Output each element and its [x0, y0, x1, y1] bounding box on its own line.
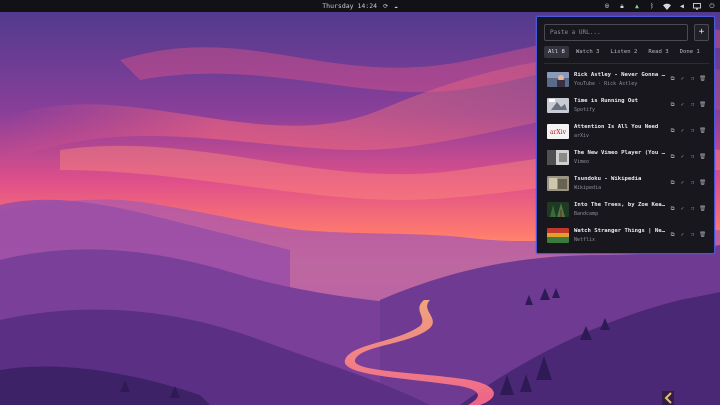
music-thumbnail	[547, 98, 569, 113]
check-icon[interactable]: ✓	[679, 75, 686, 83]
tab-listen[interactable]: Listen 2	[606, 46, 641, 58]
open-external-icon[interactable]: ⧉	[669, 101, 676, 109]
tab-read[interactable]: Read 3	[644, 46, 672, 58]
list-item[interactable]: The New Vimeo Player (You Know, For Vide…	[537, 147, 716, 173]
item-actions: ⧉ ✓ ❐ 🗑︎	[669, 205, 706, 213]
list-item[interactable]: arXiv Attention Is All You Need arXiv ⧉ …	[537, 121, 716, 147]
copy-icon[interactable]: ❐	[689, 231, 696, 239]
system-tray: ⍟ 🔒︎ ▲ ᛒ ◀ ⏻	[603, 0, 716, 12]
check-icon[interactable]: ✓	[679, 179, 686, 187]
add-button[interactable]: +	[694, 24, 709, 41]
open-external-icon[interactable]: ⧉	[669, 153, 676, 161]
item-actions: ⧉ ✓ ❐ 🗑︎	[669, 101, 706, 109]
list-item[interactable]: Tsundoku - Wikipedia Wikipedia ⧉ ✓ ❐ 🗑︎	[537, 173, 716, 199]
delete-icon[interactable]: 🗑︎	[699, 75, 706, 83]
arxiv-thumbnail: arXiv	[547, 124, 569, 139]
list-item[interactable]: Rick Astley - Never Gonna Give You Up Yo…	[537, 69, 716, 95]
item-subtitle: Netflix	[574, 237, 596, 243]
item-actions: ⧉ ✓ ❐ 🗑︎	[669, 75, 706, 83]
sync-icon[interactable]: ⟳	[383, 3, 388, 10]
divider	[544, 63, 709, 64]
display-icon[interactable]	[693, 2, 701, 10]
copy-icon[interactable]: ❐	[689, 75, 696, 83]
item-subtitle: Bandcamp	[574, 211, 599, 217]
delete-icon[interactable]: 🗑︎	[699, 231, 706, 239]
netflix-thumbnail	[547, 228, 569, 243]
delete-icon[interactable]: 🗑︎	[699, 205, 706, 213]
url-input[interactable]	[544, 24, 688, 41]
lock-icon[interactable]: 🔒︎	[618, 2, 626, 10]
item-title: Rick Astley - Never Gonna Give You Up	[574, 72, 667, 78]
item-actions: ⧉ ✓ ❐ 🗑︎	[669, 231, 706, 239]
volume-icon[interactable]: ◀	[678, 2, 686, 10]
item-title: Time is Running Out	[574, 98, 638, 104]
cloud-icon[interactable]: ☁	[394, 3, 398, 10]
open-external-icon[interactable]: ⧉	[669, 179, 676, 187]
check-icon[interactable]: ✓	[679, 231, 686, 239]
copy-icon[interactable]: ❐	[689, 153, 696, 161]
power-icon[interactable]: ⏻	[708, 2, 716, 10]
copy-icon[interactable]: ❐	[689, 101, 696, 109]
reading-list-panel: + All 8 Watch 3 Listen 2 Read 3 Done 1 R…	[536, 16, 715, 254]
item-title: Watch Stranger Things | Netflix	[574, 228, 667, 234]
check-icon[interactable]: ✓	[679, 127, 686, 135]
item-title: The New Vimeo Player (You Know, For Vide…	[574, 150, 667, 156]
wiki-thumbnail	[547, 176, 569, 191]
check-icon[interactable]: ✓	[679, 205, 686, 213]
check-icon[interactable]: ✓	[679, 101, 686, 109]
delete-icon[interactable]: 🗑︎	[699, 127, 706, 135]
tab-watch[interactable]: Watch 3	[572, 46, 604, 58]
topbar-datetime[interactable]: Thursday 14:24	[322, 2, 377, 10]
svg-text:arXiv: arXiv	[550, 129, 567, 136]
item-subtitle: Vimeo	[574, 159, 590, 165]
copy-icon[interactable]: ❐	[689, 127, 696, 135]
delete-icon[interactable]: 🗑︎	[699, 153, 706, 161]
url-row: +	[544, 24, 709, 41]
forest-thumbnail	[547, 202, 569, 217]
item-subtitle: YouTube · Rick Astley	[574, 81, 638, 87]
check-icon[interactable]: ✓	[679, 153, 686, 161]
open-external-icon[interactable]: ⧉	[669, 127, 676, 135]
item-subtitle: Spotify	[574, 107, 596, 113]
user-lock-icon[interactable]: ⍟	[603, 2, 611, 10]
network-up-icon[interactable]: ▲	[633, 2, 641, 10]
tab-all[interactable]: All 8	[544, 46, 569, 58]
open-external-icon[interactable]: ⧉	[669, 231, 676, 239]
item-actions: ⧉ ✓ ❐ 🗑︎	[669, 153, 706, 161]
bluetooth-icon[interactable]: ᛒ	[648, 2, 656, 10]
delete-icon[interactable]: 🗑︎	[699, 101, 706, 109]
filter-tabs: All 8 Watch 3 Listen 2 Read 3 Done 1	[544, 46, 712, 58]
delete-icon[interactable]: 🗑︎	[699, 179, 706, 187]
item-title: Attention Is All You Need	[574, 124, 659, 130]
open-external-icon[interactable]: ⧉	[669, 75, 676, 83]
item-actions: ⧉ ✓ ❐ 🗑︎	[669, 179, 706, 187]
list-item[interactable]: Time is Running Out Spotify ⧉ ✓ ❐ 🗑︎	[537, 95, 716, 121]
wifi-icon[interactable]	[663, 2, 671, 10]
list-item[interactable]: Watch Stranger Things | Netflix Netflix …	[537, 225, 716, 251]
copy-icon[interactable]: ❐	[689, 179, 696, 187]
item-title: Into The Trees, by Zoe Keating	[574, 202, 667, 208]
item-subtitle: Wikipedia	[574, 185, 602, 191]
item-subtitle: arXiv	[574, 133, 590, 139]
video-thumbnail	[547, 72, 569, 87]
vimeo-thumbnail	[547, 150, 569, 165]
open-external-icon[interactable]: ⧉	[669, 205, 676, 213]
top-bar: Thursday 14:24 ⟳ ☁ ⍟ 🔒︎ ▲ ᛒ ◀ ⏻	[0, 0, 720, 12]
list-item[interactable]: Into The Trees, by Zoe Keating Bandcamp …	[537, 199, 716, 225]
item-actions: ⧉ ✓ ❐ 🗑︎	[669, 127, 706, 135]
item-title: Tsundoku - Wikipedia	[574, 176, 642, 182]
dock-arrow-icon[interactable]	[660, 389, 676, 405]
copy-icon[interactable]: ❐	[689, 205, 696, 213]
tab-done[interactable]: Done 1	[676, 46, 704, 58]
